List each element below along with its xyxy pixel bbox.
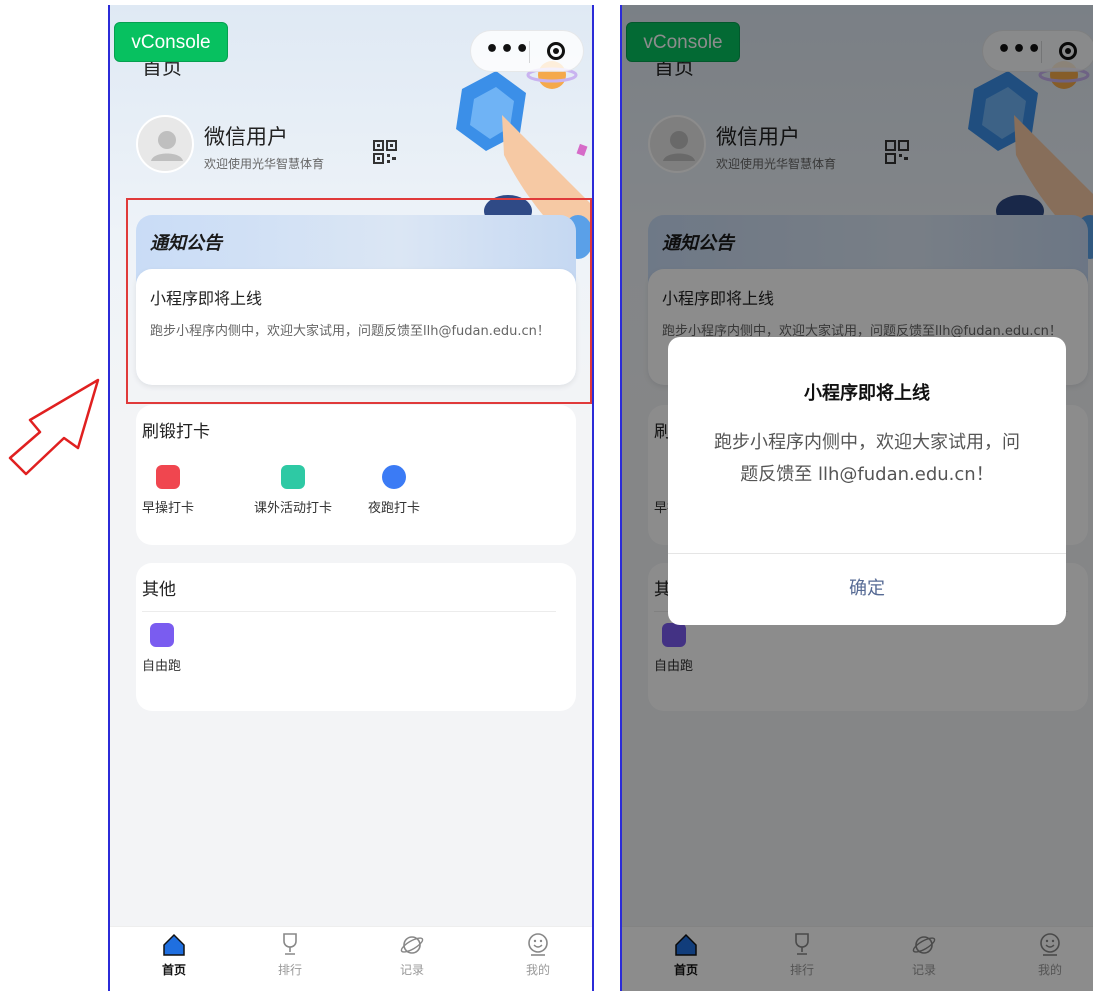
vconsole-button[interactable]: vConsole — [114, 22, 228, 62]
modal-body: 跑步小程序内侧中，欢迎大家试用，问题反馈至 llh@fudan.edu.cn！ — [714, 432, 1020, 485]
trophy-icon — [283, 933, 297, 955]
welcome-text: 欢迎使用光华智慧体育 — [204, 157, 325, 171]
free-run[interactable]: 自由跑 — [142, 623, 181, 674]
user-name: 微信用户 — [204, 125, 288, 149]
tab-mine-label: 我的 — [525, 963, 550, 977]
annotation-arrow-icon — [8, 378, 100, 476]
highlight-box — [126, 198, 592, 404]
checkin-card: 刷锻打卡 早操打卡 课外活动打卡 夜跑打卡 — [136, 405, 576, 545]
runner-icon — [149, 623, 174, 647]
capsule-divider — [529, 41, 530, 63]
morning-exercise-icon — [156, 465, 180, 489]
checkin-activity-label: 课外活动打卡 — [254, 501, 333, 516]
phone-screen-home: vConsole 首页 ••• 微信用户 欢迎使用光华智慧体育 通知公告 小程序… — [108, 5, 594, 991]
other-card: 其他 自由跑 — [136, 563, 576, 711]
free-run-label: 自由跑 — [142, 659, 182, 674]
avatar[interactable] — [136, 115, 194, 173]
tab-home[interactable]: 首页 — [134, 931, 214, 978]
tab-bar: 首页 排行 记录 我的 — [110, 926, 592, 991]
person-icon — [151, 131, 183, 161]
checkin-night-run[interactable]: 夜跑打卡 — [368, 465, 420, 516]
checkin-morning[interactable]: 早操打卡 — [142, 465, 194, 516]
modal-title: 小程序即将上线 — [804, 383, 930, 404]
tab-home-label: 首页 — [161, 963, 186, 977]
tab-rank-label: 排行 — [277, 963, 302, 977]
qr-code-icon[interactable] — [372, 139, 398, 165]
confirm-button[interactable]: 确定 — [668, 554, 1066, 624]
tab-record-label: 记录 — [399, 963, 424, 977]
checkin-night-run-label: 夜跑打卡 — [368, 501, 421, 516]
flag-icon — [281, 465, 305, 489]
target-circle-icon[interactable] — [547, 42, 565, 60]
other-title: 其他 — [142, 580, 176, 600]
checkin-activity[interactable]: 课外活动打卡 — [254, 465, 332, 516]
smile-icon — [528, 933, 548, 956]
notice-modal: 小程序即将上线 跑步小程序内侧中，欢迎大家试用，问题反馈至 llh@fudan.… — [668, 337, 1066, 625]
checkin-morning-label: 早操打卡 — [142, 501, 195, 516]
checkin-title: 刷锻打卡 — [142, 422, 210, 442]
tab-record[interactable]: 记录 — [372, 931, 452, 978]
phone-screen-modal: 首页 ••• 微信用户 欢迎使用光华智慧体育 通知公告 小程序即将上线 跑步小程… — [620, 5, 1093, 991]
miniprogram-capsule: ••• — [470, 30, 584, 72]
tab-rank[interactable]: 排行 — [250, 931, 330, 978]
more-dots-icon[interactable]: ••• — [485, 37, 530, 62]
moon-icon — [382, 465, 406, 489]
planet-icon — [400, 936, 424, 954]
home-icon — [163, 933, 185, 956]
tab-mine[interactable]: 我的 — [498, 931, 578, 978]
other-divider — [142, 611, 556, 612]
